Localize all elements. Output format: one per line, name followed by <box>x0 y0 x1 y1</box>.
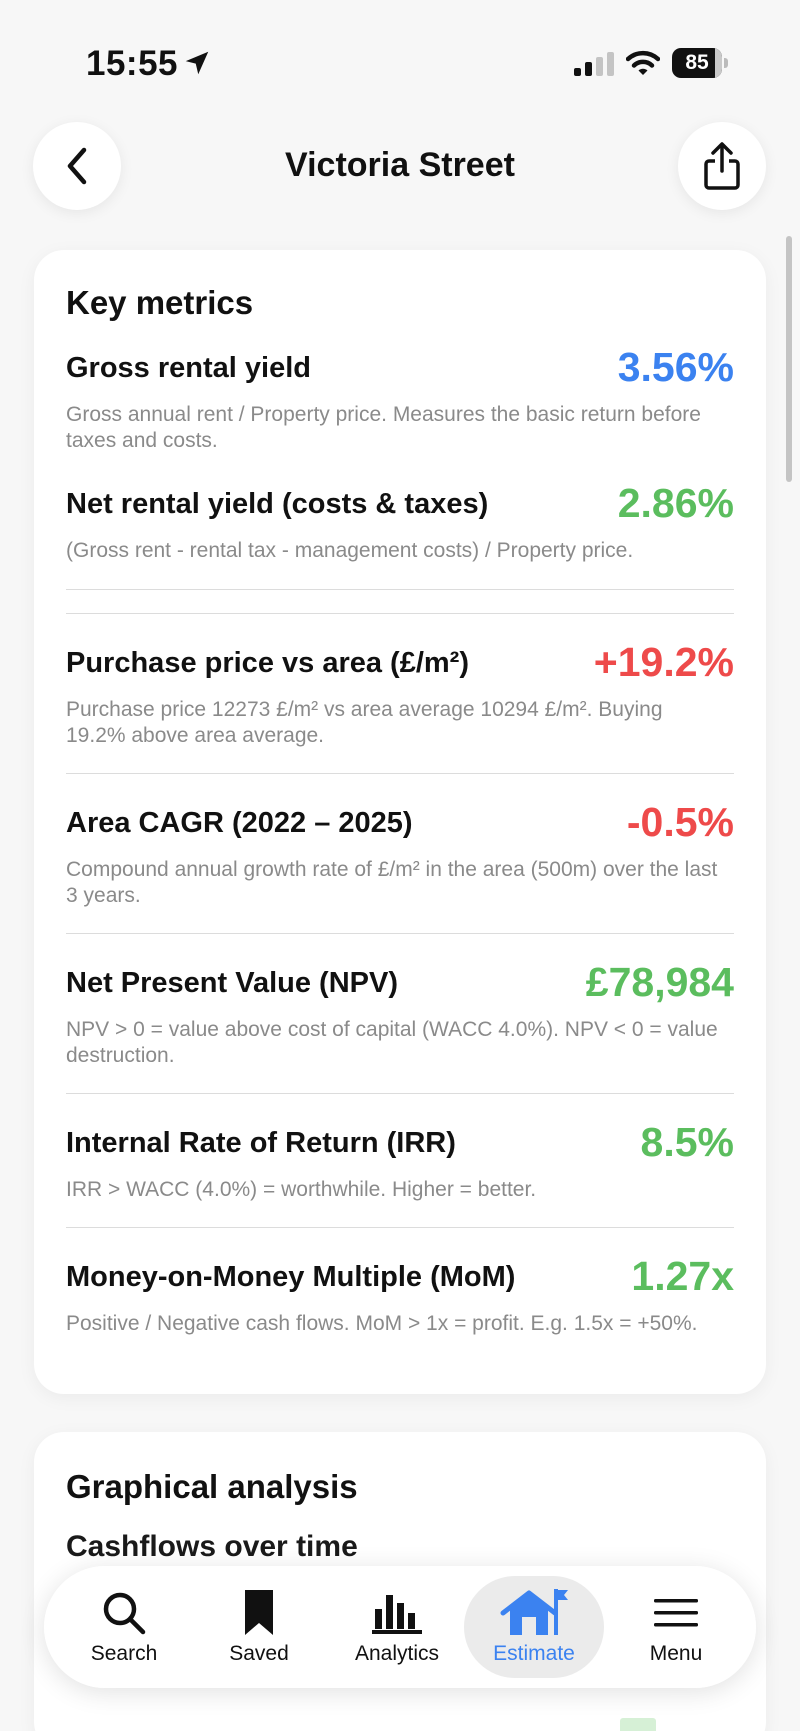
metric-description: Gross annual rent / Property price. Meas… <box>66 403 701 452</box>
metric-value: 8.5% <box>640 1119 734 1165</box>
tab-saved[interactable]: Saved <box>189 1576 329 1678</box>
status-bar: 15:55 85 <box>0 0 800 110</box>
divider <box>66 773 734 774</box>
metric-description: IRR > WACC (4.0%) = worthwhile. Higher =… <box>66 1178 537 1201</box>
battery-level-text: 85 <box>685 51 709 74</box>
metric-name: Area CAGR (2022 – 2025) <box>66 807 413 839</box>
metric-name: Net rental yield (costs & taxes) <box>66 488 489 520</box>
metric-description: (Gross rent - rental tax - management co… <box>66 539 634 562</box>
divider <box>66 1093 734 1094</box>
tab-label: Search <box>90 1642 158 1665</box>
divider <box>66 933 734 934</box>
metric-description: Positive / Negative cash flows. MoM > 1x… <box>66 1312 698 1335</box>
house-flag-icon <box>500 1589 568 1635</box>
bookmark-icon <box>245 1590 273 1635</box>
tab-bar: Search Saved Analytics Estimate Menu <box>44 1566 756 1688</box>
cellular-signal-icon <box>574 52 614 76</box>
tab-menu[interactable]: Menu <box>606 1576 746 1678</box>
tab-search[interactable]: Search <box>54 1576 194 1678</box>
menu-icon <box>654 1599 698 1627</box>
share-icon <box>704 142 740 190</box>
wifi-icon <box>626 50 660 75</box>
divider <box>66 1227 734 1228</box>
graphical-analysis-title: Graphical analysis <box>66 1468 358 1505</box>
metric-value: -0.5% <box>626 799 734 845</box>
divider <box>66 613 734 614</box>
metric-name: Purchase price vs area (£/m²) <box>66 647 469 679</box>
tab-label: Saved <box>229 1642 289 1665</box>
metric-name: Gross rental yield <box>66 352 311 384</box>
tab-label: Menu <box>649 1642 703 1665</box>
chart-bar-fragment <box>620 1718 656 1731</box>
metric-description: Purchase price 12273 £/m² vs area averag… <box>66 698 663 747</box>
metric-name: Money-on-Money Multiple (MoM) <box>66 1261 516 1293</box>
status-time: 15:55 <box>86 44 179 83</box>
tab-label: Analytics <box>354 1642 440 1665</box>
metric-description: NPV > 0 = value above cost of capital (W… <box>66 1018 718 1067</box>
page-title: Victoria Street <box>285 146 515 184</box>
battery-indicator: 85 <box>672 48 728 78</box>
back-button[interactable] <box>33 122 121 210</box>
metric-value: 3.56% <box>617 344 734 390</box>
divider <box>66 589 734 590</box>
tab-label: Estimate <box>493 1642 575 1665</box>
bar-chart-icon <box>372 1595 422 1634</box>
metric-name: Internal Rate of Return (IRR) <box>66 1127 456 1159</box>
metric-value: 2.86% <box>617 480 734 526</box>
scroll-indicator[interactable] <box>786 236 792 482</box>
search-icon <box>103 1592 146 1635</box>
key-metrics-card: Key metrics Gross rental yield 3.56% Gro… <box>34 250 766 1394</box>
metric-name: Net Present Value (NPV) <box>66 967 398 999</box>
share-button[interactable] <box>678 122 766 210</box>
key-metrics-title: Key metrics <box>66 284 254 321</box>
chevron-left-icon <box>67 147 87 185</box>
tab-estimate[interactable]: Estimate <box>464 1576 604 1678</box>
metric-value: £78,984 <box>585 959 734 1005</box>
tab-analytics[interactable]: Analytics <box>327 1576 467 1678</box>
metric-description: Compound annual growth rate of £/m² in t… <box>66 858 718 907</box>
location-arrow-icon <box>185 51 209 75</box>
metric-value: 1.27x <box>631 1253 734 1299</box>
metric-value: +19.2% <box>593 639 734 685</box>
cashflows-subtitle: Cashflows over time <box>66 1530 358 1563</box>
